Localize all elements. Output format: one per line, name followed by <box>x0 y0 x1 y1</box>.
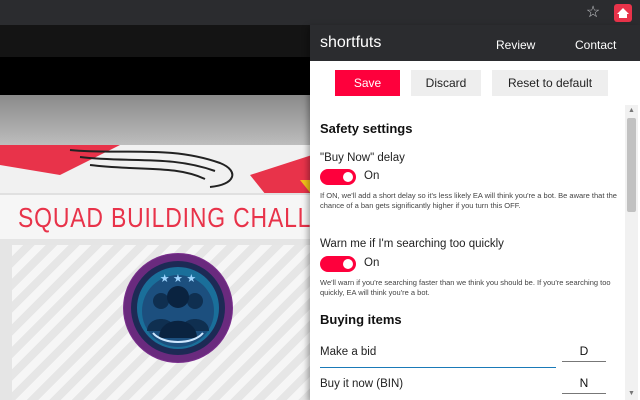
scroll-down-arrow-icon[interactable]: ▼ <box>625 388 638 400</box>
site-sub-nav <box>0 57 312 95</box>
warn-searching-toggle[interactable] <box>320 256 356 272</box>
popup-scrollbar[interactable]: ▲ ▼ <box>625 105 638 400</box>
buying-items-heading: Buying items <box>320 312 402 327</box>
svg-text:★ ★ ★: ★ ★ ★ <box>160 272 197 285</box>
make-a-bid-shortcut-input[interactable] <box>562 340 606 362</box>
scrollbar-thumb[interactable] <box>627 118 636 212</box>
reset-to-default-button[interactable]: Reset to default <box>492 70 608 96</box>
buy-now-delay-state: On <box>364 170 380 182</box>
sbc-badge-icon: ★ ★ ★ <box>123 253 233 363</box>
star-icon[interactable]: ☆ <box>584 4 602 22</box>
nav-contact-link[interactable]: Contact <box>575 38 616 52</box>
browser-toolbar: ☆ <box>0 0 640 25</box>
shortfuts-extension-icon[interactable] <box>614 4 632 22</box>
site-banner-band <box>0 95 312 145</box>
warn-searching-help: We'll warn if you're searching faster th… <box>320 278 611 297</box>
nav-review-link[interactable]: Review <box>496 38 535 52</box>
app-title: shortfuts <box>320 34 382 51</box>
popup-header: shortfuts Review Contact <box>310 25 640 61</box>
make-a-bid-label: Make a bid <box>320 346 377 358</box>
shortfuts-popup: shortfuts Review Contact Save Discard Re… <box>310 25 640 400</box>
site-hero: SQUAD BUILDING CHALLENG ★ ★ ★ <box>0 145 312 400</box>
save-button[interactable]: Save <box>335 70 400 96</box>
settings-content: Safety settings "Buy Now" delay On If ON… <box>310 105 640 400</box>
toggle-knob <box>343 172 353 182</box>
background-website: SQUAD BUILDING CHALLENG ★ ★ ★ <box>0 25 312 400</box>
buy-now-delay-help: If ON, we'll add a short delay so it's l… <box>320 191 617 210</box>
buy-now-delay-toggle[interactable] <box>320 169 356 185</box>
buy-it-now-label: Buy it now (BIN) <box>320 378 404 390</box>
buy-now-delay-label: "Buy Now" delay <box>320 152 405 164</box>
buy-it-now-shortcut-input[interactable] <box>562 372 606 394</box>
warn-searching-state: On <box>364 257 380 269</box>
hero-title-banner: SQUAD BUILDING CHALLENG <box>0 193 312 239</box>
toggle-knob <box>343 259 353 269</box>
site-top-nav <box>0 25 312 57</box>
scroll-up-arrow-icon[interactable]: ▲ <box>625 105 638 117</box>
safety-settings-heading: Safety settings <box>320 121 413 136</box>
row-divider <box>320 367 556 368</box>
hero-title-text: SQUAD BUILDING CHALLENG <box>18 202 312 233</box>
make-a-bid-row: Make a bid <box>310 337 628 367</box>
warn-searching-label: Warn me if I'm searching too quickly <box>320 238 504 250</box>
discard-button[interactable]: Discard <box>411 70 481 96</box>
buy-it-now-row: Buy it now (BIN) <box>310 369 628 399</box>
